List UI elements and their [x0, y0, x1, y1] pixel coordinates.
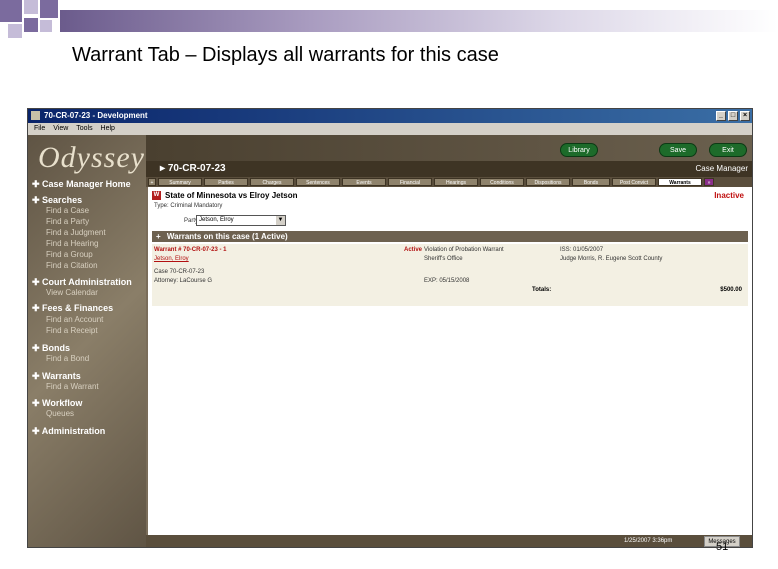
nav-find-bond[interactable]: Find a Bond	[46, 354, 89, 363]
warrant-content: W State of Minnesota vs Elroy Jetson Ina…	[148, 187, 752, 547]
warrant-reason: Violation of Probation Warrant	[424, 247, 504, 253]
window-titlebar: 70-CR-07-23 - Development _ □ ×	[28, 109, 752, 123]
section-title: Warrants on this case (1 Active)	[166, 232, 288, 241]
slide-square	[0, 0, 22, 22]
title-gradient-bar	[60, 10, 778, 32]
slide-square	[40, 0, 58, 18]
menubar: File View Tools Help	[28, 123, 752, 135]
case-title: State of Minnesota vs Elroy Jetson	[165, 191, 298, 200]
window-title: 70-CR-07-23 - Development	[44, 111, 148, 120]
tab-add[interactable]: +	[148, 178, 156, 186]
expand-icon[interactable]: +	[156, 231, 161, 242]
nav-find-party[interactable]: Find a Party	[46, 217, 89, 226]
slide-square	[24, 0, 38, 14]
tab-summary[interactable]: Summary	[158, 178, 202, 186]
nav-fees-finances[interactable]: ✚ Fees & Finances	[32, 303, 113, 314]
footer-time: 1/25/2007 3:36pm	[624, 538, 673, 544]
warrant-record: Warrant # 70-CR-07-23 - 1 Active Violati…	[152, 244, 748, 306]
tab-financial[interactable]: Financial	[388, 178, 432, 186]
tab-events[interactable]: Events	[342, 178, 386, 186]
slide-title: Warrant Tab – Displays all warrants for …	[72, 44, 499, 66]
nav-find-receipt[interactable]: Find a Receipt	[46, 326, 98, 335]
menu-view[interactable]: View	[53, 125, 68, 132]
nav-court-administration[interactable]: ✚ Court Administration	[32, 277, 132, 288]
case-manager-label: Case Manager	[695, 164, 748, 173]
warrant-id[interactable]: Warrant # 70-CR-07-23 - 1	[154, 247, 226, 253]
app-screenshot: 70-CR-07-23 - Development _ □ × File Vie…	[27, 108, 753, 548]
sidebar: Odyssey ✚ Case Manager Home ✚ Searches F…	[28, 135, 146, 547]
save-button[interactable]: Save	[659, 143, 697, 157]
nav-find-group[interactable]: Find a Group	[46, 250, 93, 259]
warrant-status: Active	[404, 247, 423, 253]
warrant-case: Case 70-CR-07-23	[154, 269, 205, 275]
party-select-value: Jetson, Elroy	[199, 217, 234, 223]
tab-parties[interactable]: Parties	[204, 178, 248, 186]
totals-label: Totals:	[532, 287, 552, 293]
nav-warrants[interactable]: ✚ Warrants	[32, 371, 81, 382]
case-type: Type: Criminal Mandatory	[154, 203, 223, 209]
maximize-button[interactable]: □	[728, 111, 738, 121]
nav-find-citation[interactable]: Find a Citation	[46, 261, 98, 270]
case-number: ▸ 70-CR-07-23	[160, 163, 226, 174]
menu-file[interactable]: File	[34, 125, 45, 132]
warrant-attorney: Attorney: LaCourse G	[154, 278, 213, 284]
warrant-judge: Judge Morris, R. Eugene Scott County	[560, 256, 663, 262]
nav-administration[interactable]: ✚ Administration	[32, 426, 105, 437]
library-button[interactable]: Library	[560, 143, 598, 157]
app-icon	[31, 111, 40, 120]
warrant-issued: ISS: 01/05/2007	[560, 247, 604, 253]
status-footer: 1/25/2007 3:36pm Messages	[146, 535, 752, 547]
minimize-button[interactable]: _	[716, 111, 726, 121]
nav-find-judgment[interactable]: Find a Judgment	[46, 228, 106, 237]
top-toolbar: Library Save Exit	[146, 135, 752, 161]
nav-find-case[interactable]: Find a Case	[46, 206, 89, 215]
slide-square	[24, 18, 38, 32]
tab-dispositions[interactable]: Dispositions	[526, 178, 570, 186]
tab-post-convict[interactable]: Post Convict	[612, 178, 656, 186]
warrant-party-link[interactable]: Jetson, Elroy	[154, 256, 189, 262]
tab-conditions[interactable]: Conditions	[480, 178, 524, 186]
odyssey-logo: Odyssey	[38, 141, 145, 174]
warrant-officer: Sheriff's Office	[424, 256, 463, 262]
nav-bonds[interactable]: ✚ Bonds	[32, 343, 70, 354]
slide-square	[40, 20, 52, 32]
close-button[interactable]: ×	[740, 111, 750, 121]
page-number: 51	[716, 541, 729, 553]
chevron-down-icon[interactable]: ▼	[276, 216, 285, 225]
nav-workflow[interactable]: ✚ Workflow	[32, 398, 82, 409]
tab-more[interactable]: »	[704, 178, 714, 186]
nav-find-warrant[interactable]: Find a Warrant	[46, 382, 99, 391]
warrants-section-header[interactable]: + Warrants on this case (1 Active)	[152, 231, 748, 242]
party-select[interactable]: Jetson, Elroy ▼	[196, 215, 286, 226]
nav-queues[interactable]: Queues	[46, 409, 74, 418]
totals-value: $500.00	[720, 287, 742, 293]
tab-charges[interactable]: Charges	[250, 178, 294, 186]
warrant-icon: W	[152, 191, 161, 200]
nav-view-calendar[interactable]: View Calendar	[46, 288, 98, 297]
tab-bonds[interactable]: Bonds	[572, 178, 610, 186]
tab-sentences[interactable]: Sentences	[296, 178, 340, 186]
tab-warrants[interactable]: Warrants	[658, 178, 702, 186]
case-header: ▸ 70-CR-07-23 Case Manager	[146, 161, 752, 177]
case-tabs: + Summary Parties Charges Sentences Even…	[146, 177, 752, 187]
exit-button[interactable]: Exit	[709, 143, 747, 157]
nav-find-hearing[interactable]: Find a Hearing	[46, 239, 98, 248]
menu-tools[interactable]: Tools	[76, 125, 92, 132]
warrant-expiry: EXP: 05/15/2008	[424, 278, 470, 284]
nav-case-manager-home[interactable]: ✚ Case Manager Home	[32, 179, 131, 190]
menu-help[interactable]: Help	[101, 125, 115, 132]
nav-searches[interactable]: ✚ Searches	[32, 195, 82, 206]
tab-hearings[interactable]: Hearings	[434, 178, 478, 186]
nav-find-account[interactable]: Find an Account	[46, 315, 103, 324]
slide-square	[8, 24, 22, 38]
case-status: Inactive	[714, 191, 744, 200]
